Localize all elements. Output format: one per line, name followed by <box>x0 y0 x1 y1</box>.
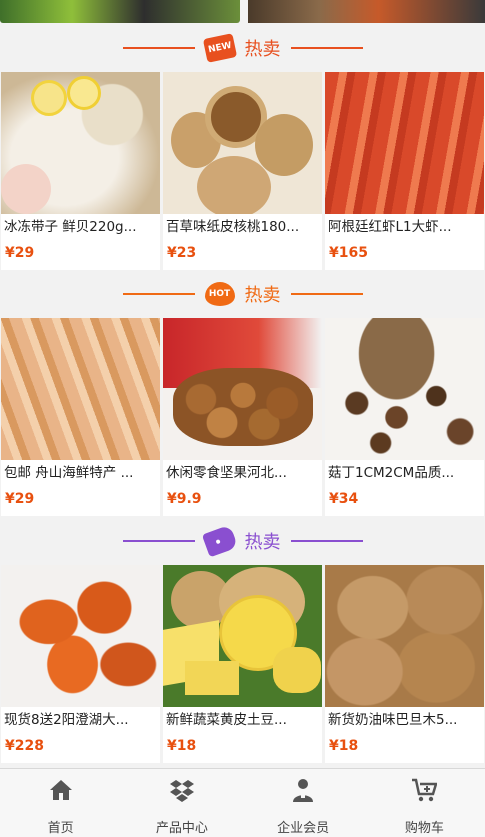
tag-icon <box>201 524 238 558</box>
product-image-dried-squid[interactable] <box>1 318 160 460</box>
hot-section-1: NEW 热卖 冰冻带子 鲜贝220g... ¥29 百草味纸皮核桃180... … <box>0 24 485 270</box>
product-image-crabs[interactable] <box>1 565 160 707</box>
header-line-right <box>290 540 363 542</box>
product-price: ¥18 <box>329 738 359 754</box>
header-line-right <box>290 293 363 295</box>
product-price: ¥228 <box>5 738 44 754</box>
tab-label: 产品中心 <box>155 821 208 836</box>
product-card[interactable]: 新货奶油味巴旦木5... ¥18 <box>325 565 484 763</box>
tab-label: 首页 <box>47 821 74 836</box>
header-line-left <box>122 540 195 542</box>
tab-products[interactable]: 产品中心 <box>121 769 242 837</box>
product-price: ¥18 <box>167 738 197 754</box>
product-image-shrimp[interactable] <box>325 72 484 214</box>
header-line-right <box>290 47 363 49</box>
product-image-chestnuts[interactable] <box>163 318 322 460</box>
product-card[interactable]: 新鲜蔬菜黄皮土豆... ¥18 <box>163 565 322 763</box>
section-title: 热卖 <box>244 532 281 553</box>
product-price: ¥165 <box>329 245 368 261</box>
header-line-left <box>122 293 195 295</box>
banner-image-right[interactable] <box>248 0 485 23</box>
product-card[interactable]: 冰冻带子 鲜贝220g... ¥29 <box>1 72 160 270</box>
product-name[interactable]: 休闲零食坚果河北... <box>163 460 322 486</box>
product-name[interactable]: 阿根廷红虾L1大虾... <box>325 214 484 240</box>
section-title: 热卖 <box>244 285 281 306</box>
cart-icon <box>412 778 438 802</box>
tab-label: 企业会员 <box>277 821 330 836</box>
section-title: 热卖 <box>244 39 281 60</box>
top-banner[interactable] <box>0 0 485 23</box>
product-price: ¥29 <box>5 245 35 261</box>
product-card[interactable]: 阿根廷红虾L1大虾... ¥165 <box>325 72 484 270</box>
tab-label: 购物车 <box>404 821 444 836</box>
hot-flame-icon: HOT <box>204 282 235 306</box>
product-price: ¥23 <box>167 245 197 261</box>
member-icon <box>293 779 314 802</box>
product-price: ¥29 <box>5 491 35 507</box>
tab-home[interactable]: 首页 <box>0 769 121 837</box>
header-line-left <box>122 47 195 49</box>
hot-section-3: 热卖 现货8送2阳澄湖大... ¥228 新鲜蔬菜黄皮土豆... ¥18 新货奶… <box>0 517 485 763</box>
product-image-almonds[interactable] <box>325 565 484 707</box>
section-header: HOT 热卖 <box>0 270 485 318</box>
hot-section-2: HOT 热卖 包邮 舟山海鲜特产 ... ¥29 休闲零食坚果河北... ¥9.… <box>0 270 485 516</box>
product-price: ¥34 <box>329 491 359 507</box>
section-header: NEW 热卖 <box>0 24 485 72</box>
product-name[interactable]: 百草味纸皮核桃180... <box>163 214 322 240</box>
tab-member[interactable]: 企业会员 <box>243 769 364 837</box>
product-image-walnuts[interactable] <box>163 72 322 214</box>
banner-image-left[interactable] <box>0 0 240 23</box>
product-image-scallops[interactable] <box>1 72 160 214</box>
product-card[interactable]: 包邮 舟山海鲜特产 ... ¥29 <box>1 318 160 516</box>
section-header: 热卖 <box>0 517 485 565</box>
tab-cart[interactable]: 购物车 <box>364 769 485 837</box>
dropbox-icon <box>169 780 194 802</box>
product-image-potatoes[interactable] <box>163 565 322 707</box>
bottom-tab-bar: 首页 产品中心 企业会员 购物车 <box>0 768 485 837</box>
product-card[interactable]: 现货8送2阳澄湖大... ¥228 <box>1 565 160 763</box>
new-badge-icon: NEW <box>202 33 237 63</box>
product-name[interactable]: 新货奶油味巴旦木5... <box>325 707 484 733</box>
product-price: ¥9.9 <box>167 491 202 507</box>
product-card[interactable]: 菇丁1CM2CM品质... ¥34 <box>325 318 484 516</box>
product-name[interactable]: 现货8送2阳澄湖大... <box>1 707 160 733</box>
product-name[interactable]: 菇丁1CM2CM品质... <box>325 460 484 486</box>
product-name[interactable]: 新鲜蔬菜黄皮土豆... <box>163 707 322 733</box>
product-name[interactable]: 包邮 舟山海鲜特产 ... <box>1 460 160 486</box>
product-card[interactable]: 休闲零食坚果河北... ¥9.9 <box>163 318 322 516</box>
product-image-mushrooms[interactable] <box>325 318 484 460</box>
product-card[interactable]: 百草味纸皮核桃180... ¥23 <box>163 72 322 270</box>
home-icon <box>49 780 72 800</box>
product-name[interactable]: 冰冻带子 鲜贝220g... <box>1 214 160 240</box>
